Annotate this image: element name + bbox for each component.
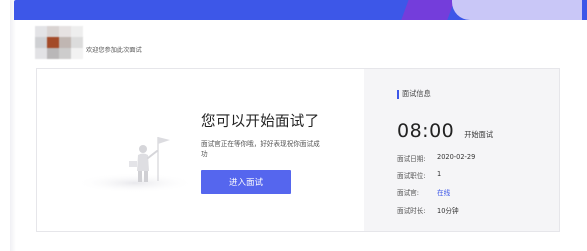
interview-start-panel: 您可以开始面试了 面试官正在等你哦，好好表现祝你面试成功 进入面试	[37, 69, 364, 231]
info-label: 面试职位:	[397, 172, 426, 180]
avatar	[35, 26, 83, 59]
encouragement-text: 面试官正在等你哦，好好表现祝你面试成功	[201, 140, 320, 158]
info-row-duration: 面试时长: 10分钟	[397, 205, 459, 215]
info-row-date: 面试日期: 2020-02-29	[397, 153, 475, 163]
info-label: 面试时长:	[397, 207, 426, 215]
info-row-position: 面试职位: 1	[397, 170, 441, 180]
info-value: 10分钟	[437, 207, 459, 215]
enter-interview-button[interactable]: 进入面试	[201, 170, 291, 194]
person-with-flag-illustration	[75, 137, 195, 193]
interview-info-panel: 面试信息 08:00 开始面试 面试日期: 2020-02-29 面试职位: 1…	[364, 69, 559, 231]
start-time: 08:00	[397, 120, 455, 142]
start-time-row: 08:00 开始面试	[397, 120, 493, 142]
info-row-interviewer: 面试官: 在线	[397, 187, 450, 197]
interviewer-status-link[interactable]: 在线	[437, 187, 450, 197]
interview-page: 欢迎您参加此次面试 您可以开始面试了 面试官正在等你哦，好好表现祝你面试成功 进…	[0, 0, 587, 251]
welcome-text: 欢迎您参加此次面试	[86, 47, 142, 54]
left-edge-shadow	[10, 0, 16, 251]
info-title: 面试信息	[397, 89, 431, 99]
title-accent-bar	[397, 89, 399, 99]
banner-decoration	[400, 0, 458, 20]
start-time-label: 开始面试	[464, 130, 494, 139]
info-label: 面试官:	[397, 189, 420, 197]
info-value: 1	[437, 170, 442, 178]
interview-card: 您可以开始面试了 面试官正在等你哦，好好表现祝你面试成功 进入面试 面试信息 0…	[36, 68, 560, 232]
info-label: 面试日期:	[397, 155, 426, 163]
start-headline: 您可以开始面试了	[201, 114, 320, 130]
top-banner	[14, 0, 587, 20]
info-value: 2020-02-29	[437, 153, 476, 161]
info-title-text: 面试信息	[402, 89, 431, 98]
banner-decoration	[452, 0, 582, 20]
